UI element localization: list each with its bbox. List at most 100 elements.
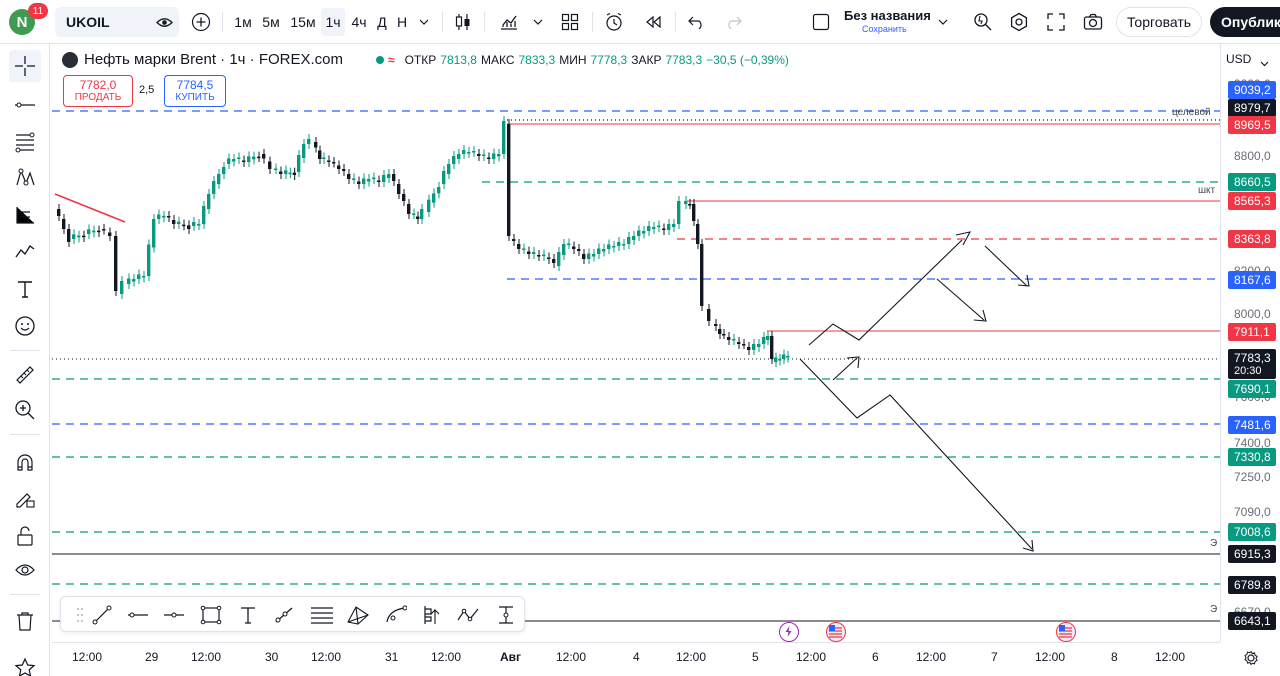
zoom-in-icon[interactable] [9, 394, 41, 426]
axis-settings-icon[interactable] [1243, 650, 1259, 671]
undo-icon[interactable] [684, 8, 710, 36]
us-flag-event-icon[interactable] [1056, 622, 1076, 642]
long-position-icon[interactable] [419, 602, 445, 628]
pattern-icon[interactable] [9, 162, 41, 194]
candle-body [147, 244, 151, 276]
brush-icon[interactable] [9, 236, 41, 268]
favorites-icon[interactable] [9, 652, 41, 676]
timeframe-1m[interactable]: 1м [229, 8, 257, 36]
chevron-down-icon[interactable] [1260, 54, 1269, 72]
price-level-label[interactable]: 9039,2 [1228, 81, 1276, 99]
time-tick: 5 [752, 650, 759, 664]
price-level-label[interactable]: 8565,3 [1228, 192, 1276, 210]
price-level-label[interactable]: 8363,8 [1228, 230, 1276, 248]
text-icon[interactable] [9, 273, 41, 305]
price-level-label[interactable]: 7481,6 [1228, 416, 1276, 434]
chevron-down-icon[interactable] [415, 8, 433, 36]
price-level-label[interactable]: 6789,8 [1228, 576, 1276, 594]
fib-retracement-icon[interactable] [9, 126, 41, 158]
forecast-icon[interactable] [9, 199, 41, 231]
timeframe-1h[interactable]: 1ч [321, 8, 345, 36]
divider [10, 350, 40, 351]
candle-body [357, 181, 361, 184]
publish-button[interactable]: Опублико [1210, 7, 1280, 37]
chevron-down-icon[interactable] [530, 8, 546, 36]
e-label: Э [1210, 538, 1218, 549]
price-level-label[interactable]: 7330,8 [1228, 448, 1276, 466]
price-level-label[interactable]: 8969,5 [1228, 116, 1276, 134]
settings-icon[interactable] [1006, 8, 1032, 36]
candle-body [696, 224, 700, 244]
text-icon[interactable] [235, 602, 261, 628]
pitchfork-icon[interactable] [345, 602, 371, 628]
horizontal-line-icon[interactable] [161, 602, 187, 628]
buy-button[interactable]: 7784,5 КУПИТЬ [164, 75, 226, 107]
ray-icon[interactable] [271, 602, 297, 628]
timeframe-15m[interactable]: 15м [287, 8, 319, 36]
eye-icon[interactable] [9, 554, 41, 586]
chart-pane[interactable]: целевой шкт Э Э [52, 44, 1220, 642]
quick-search-icon[interactable] [970, 8, 996, 36]
price-level-label[interactable]: 8979,7 [1228, 99, 1276, 117]
redo-icon[interactable] [720, 8, 746, 36]
camera-icon[interactable] [1080, 8, 1106, 36]
candle-body [447, 164, 451, 174]
currency-selector[interactable]: USD [1226, 52, 1251, 66]
crosshair-icon[interactable] [9, 50, 41, 82]
drawing-mode-icon[interactable] [9, 482, 41, 514]
add-symbol-icon[interactable] [189, 8, 213, 36]
layout-save-link[interactable]: Сохранить [862, 24, 907, 34]
indicators-icon[interactable] [496, 8, 522, 36]
sell-button[interactable]: 7782,0 ПРОДАТЬ [63, 75, 133, 107]
candle-body [577, 249, 581, 251]
lock-icon[interactable] [9, 520, 41, 552]
price-level-label[interactable]: 7911,1 [1228, 323, 1276, 341]
legend-title[interactable]: Нефть марки Brent · 1ч · FOREX.com [62, 51, 343, 68]
compare-icon[interactable] [156, 14, 173, 36]
dividend-event-icon[interactable] [779, 622, 799, 642]
candle-body [327, 160, 331, 162]
path-icon[interactable] [455, 602, 481, 628]
price-level-label[interactable]: 8660,5 [1228, 173, 1276, 191]
trend-line[interactable] [54, 193, 126, 223]
arc-icon[interactable] [383, 602, 409, 628]
chevron-down-icon[interactable] [935, 8, 951, 36]
price-level-label[interactable]: 6643,1 [1228, 612, 1276, 630]
candle-body [770, 336, 774, 359]
dividends-icon: ≈ [388, 53, 395, 67]
time-tick: 12:00 [311, 650, 342, 664]
us-flag-event-icon[interactable] [826, 622, 846, 642]
magnet-icon[interactable] [9, 447, 41, 479]
layouts-icon[interactable] [557, 8, 583, 36]
fullscreen-icon[interactable] [1043, 8, 1069, 36]
trash-icon[interactable] [9, 605, 41, 637]
candle-body [72, 234, 76, 239]
ruler-icon[interactable] [9, 359, 41, 391]
price-level-label[interactable]: 6915,3 [1228, 545, 1276, 563]
price-range-icon[interactable] [493, 602, 519, 628]
candle-body [187, 225, 191, 229]
trade-button[interactable]: Торговать [1116, 7, 1202, 37]
trend-line-icon[interactable] [9, 89, 41, 121]
trend-line-icon[interactable] [89, 602, 115, 628]
price-level-label[interactable]: 7690,1 [1228, 380, 1276, 398]
price-level-label[interactable]: 8167,6 [1228, 271, 1276, 289]
checkbox-icon[interactable] [810, 8, 832, 36]
price-chart[interactable] [52, 44, 1220, 642]
candles-icon[interactable] [450, 8, 476, 36]
timeframe-4h[interactable]: 4ч [347, 8, 371, 36]
forecast-arrows[interactable] [799, 231, 1034, 552]
rectangle-icon[interactable] [198, 602, 224, 628]
price-level-label[interactable]: 7008,6 [1228, 523, 1276, 541]
timeframe-5m[interactable]: 5м [257, 8, 285, 36]
symbol-search[interactable]: UKOIL [55, 7, 179, 37]
emoji-icon[interactable] [9, 310, 41, 342]
replay-icon[interactable] [640, 8, 666, 36]
candle-body [752, 344, 756, 350]
layout-name[interactable]: Без названия [844, 8, 931, 23]
alert-icon[interactable] [601, 8, 627, 36]
timeframe-w[interactable]: Н [393, 8, 411, 36]
fib-icon[interactable] [309, 602, 335, 628]
horizontal-ray-icon[interactable] [125, 602, 151, 628]
timeframe-d[interactable]: Д [373, 8, 391, 36]
